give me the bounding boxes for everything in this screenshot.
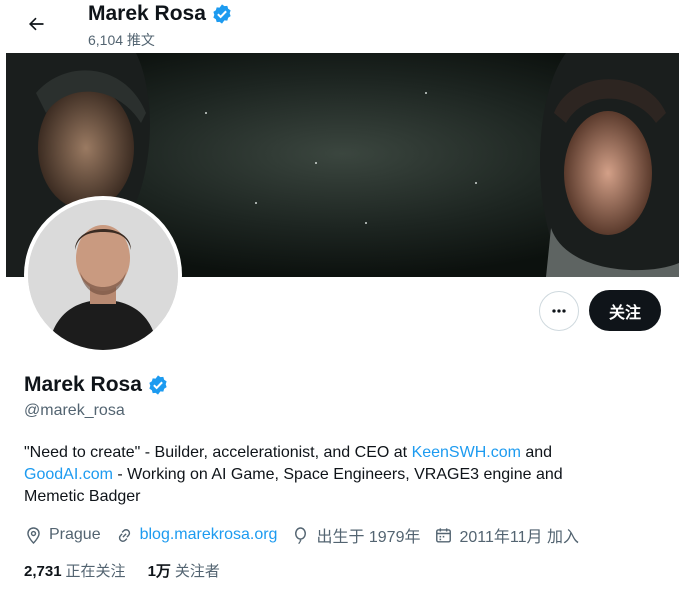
profile-handle: @marek_rosa (24, 402, 125, 419)
post-count: 6,104 推文 (88, 32, 155, 48)
profile-name: Marek Rosa (24, 373, 142, 396)
joined-text: 2011年11月 加入 (459, 529, 579, 546)
top-bar: Marek Rosa 6,104 推文 (0, 0, 679, 53)
followers-count: 1万 (147, 562, 171, 580)
following-stat[interactable]: 2,731 正在关注 (24, 560, 126, 581)
birth-item: 出生于 1979年 (291, 523, 420, 547)
avatar-image (28, 200, 178, 350)
website-item: blog.marekrosa.org (115, 526, 278, 545)
followers-stat[interactable]: 1万 关注者 (148, 560, 220, 581)
link-icon (118, 528, 130, 542)
bio-text: "Need to create" - Builder, acceleration… (24, 444, 412, 461)
arrow-left-icon (29, 17, 44, 31)
header-name-row: Marek Rosa (88, 0, 233, 28)
location-pin-icon (27, 526, 40, 544)
followers-label: 关注者 (174, 562, 220, 580)
location-text: Prague (49, 526, 101, 543)
following-label: 正在关注 (65, 562, 126, 580)
verified-badge-icon[interactable] (147, 374, 169, 396)
back-button[interactable] (20, 8, 52, 40)
calendar-icon (436, 527, 452, 543)
following-count: 2,731 (24, 562, 62, 580)
profile-bio: "Need to create" - Builder, acceleration… (24, 442, 624, 508)
birth-text: 出生于 1979年 (316, 529, 421, 546)
header-name: Marek Rosa (88, 2, 206, 25)
avatar (28, 200, 178, 350)
profile-name-row: Marek Rosa (24, 371, 169, 399)
joined-item: 2011年11月 加入 (434, 523, 579, 547)
profile-meta: Prague blog.marekrosa.org 出生于 1979年 2011… (24, 524, 593, 546)
balloon-icon (295, 526, 307, 544)
profile-stats: 2,731 正在关注 1万 关注者 (24, 559, 242, 581)
more-options-button[interactable] (539, 291, 579, 331)
bio-link-goodai[interactable]: GoodAI.com (24, 466, 113, 483)
location-item: Prague (24, 526, 101, 545)
follow-button[interactable]: 关注 (589, 290, 661, 331)
bio-text: and (520, 444, 553, 461)
bio-link-keenswh[interactable]: KeenSWH.com (412, 444, 521, 461)
more-dots-icon (552, 309, 566, 313)
avatar-frame[interactable] (24, 196, 182, 354)
website-link[interactable]: blog.marekrosa.org (140, 526, 278, 544)
verified-badge-icon (213, 4, 231, 24)
